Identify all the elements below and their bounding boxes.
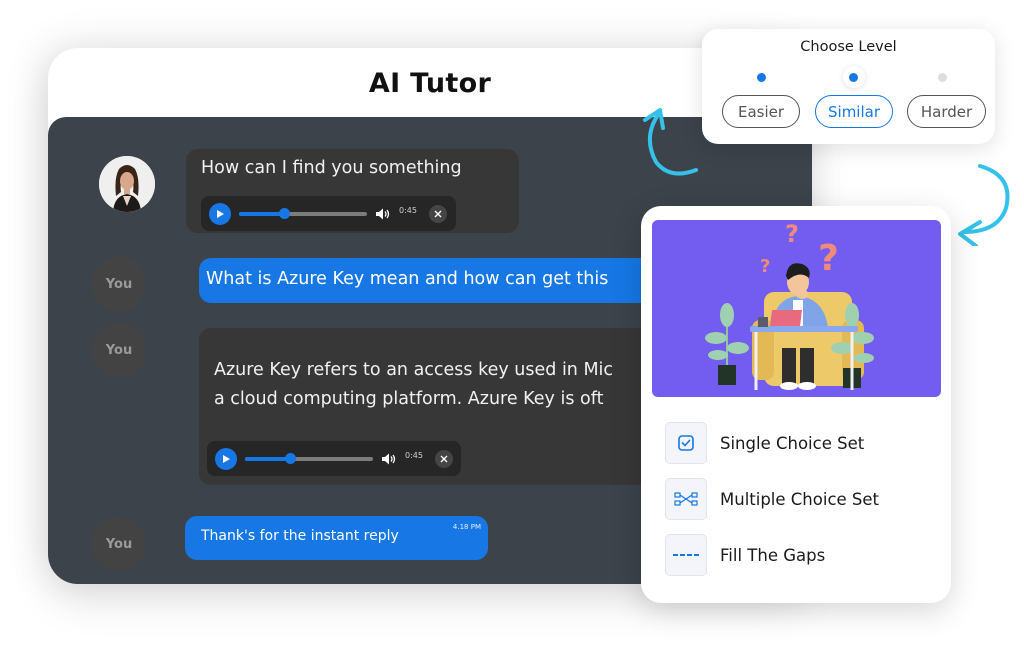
level-dot-harder	[938, 73, 947, 82]
page-title: AI Tutor	[368, 68, 492, 99]
checkbox-icon	[665, 422, 707, 464]
bot-message-bubble: How can I find you something 0:45	[186, 149, 519, 233]
user-avatar: You	[92, 257, 146, 311]
quiz-type-label: Fill The Gaps	[720, 545, 826, 565]
refresh-arrow-icon	[643, 108, 698, 176]
quiz-type-label: Single Choice Set	[720, 433, 865, 453]
volume-icon[interactable]	[381, 452, 397, 466]
audio-time: 0:45	[405, 451, 423, 460]
user-avatar: You	[92, 323, 146, 377]
message-line: a cloud computing platform. Azure Key is…	[214, 389, 604, 409]
level-dot-similar	[849, 73, 858, 82]
user-message-bubble: Thank's for the instant reply 4.18 PM	[185, 516, 488, 560]
svg-text:?: ?	[785, 220, 799, 248]
tutor-photo-icon	[99, 156, 155, 212]
message-text: What is Azure Key mean and how can get t…	[206, 269, 609, 289]
track-fill	[245, 456, 290, 461]
connected-nodes-icon	[665, 478, 707, 520]
close-icon	[434, 210, 442, 217]
level-dot-easier	[757, 73, 766, 82]
close-audio-button[interactable]	[428, 204, 447, 223]
close-icon	[440, 455, 448, 462]
quiz-type-fill-gaps[interactable]: Fill The Gaps	[665, 534, 825, 576]
dashed-line-icon	[665, 534, 707, 576]
quiz-type-card: ? ? ? Single Choice Set Multiple Choice …	[641, 206, 951, 603]
tutor-avatar	[99, 156, 155, 212]
volume-icon[interactable]	[375, 207, 391, 221]
play-button[interactable]	[215, 447, 237, 470]
curved-arrow-icon	[958, 164, 1010, 246]
level-button-similar[interactable]: Similar	[815, 95, 893, 128]
illustration: ? ? ?	[652, 220, 941, 397]
user-avatar: You	[92, 517, 146, 571]
svg-text:?: ?	[760, 256, 770, 277]
level-button-easier[interactable]: Easier	[722, 95, 800, 128]
close-audio-button[interactable]	[434, 449, 453, 468]
play-icon	[223, 454, 230, 463]
audio-player: 0:45	[201, 196, 456, 231]
svg-text:?: ?	[818, 238, 839, 279]
choose-level-card: Choose Level Easier Similar Harder	[702, 29, 995, 144]
thinking-person-illustration-icon: ? ? ?	[705, 220, 874, 390]
track-fill	[239, 211, 284, 216]
message-text: Azure Key refers to an access key used i…	[214, 356, 613, 414]
quiz-type-multiple-choice[interactable]: Multiple Choice Set	[665, 478, 879, 520]
play-icon	[217, 209, 224, 218]
track-knob[interactable]	[284, 453, 296, 464]
message-text: Thank's for the instant reply	[201, 528, 399, 544]
message-line: Azure Key refers to an access key used i…	[214, 360, 614, 380]
message-text: How can I find you something	[201, 158, 462, 178]
quiz-type-label: Multiple Choice Set	[720, 489, 880, 509]
audio-time: 0:45	[399, 206, 417, 215]
quiz-type-single-choice[interactable]: Single Choice Set	[665, 422, 864, 464]
audio-progress-slider[interactable]	[245, 453, 373, 464]
audio-player: 0:45	[207, 441, 461, 476]
audio-progress-slider[interactable]	[239, 208, 367, 219]
track-knob[interactable]	[278, 208, 290, 219]
level-title: Choose Level	[800, 39, 897, 55]
message-timestamp: 4.18 PM	[452, 523, 481, 531]
play-button[interactable]	[209, 202, 231, 225]
level-button-harder[interactable]: Harder	[907, 95, 986, 128]
